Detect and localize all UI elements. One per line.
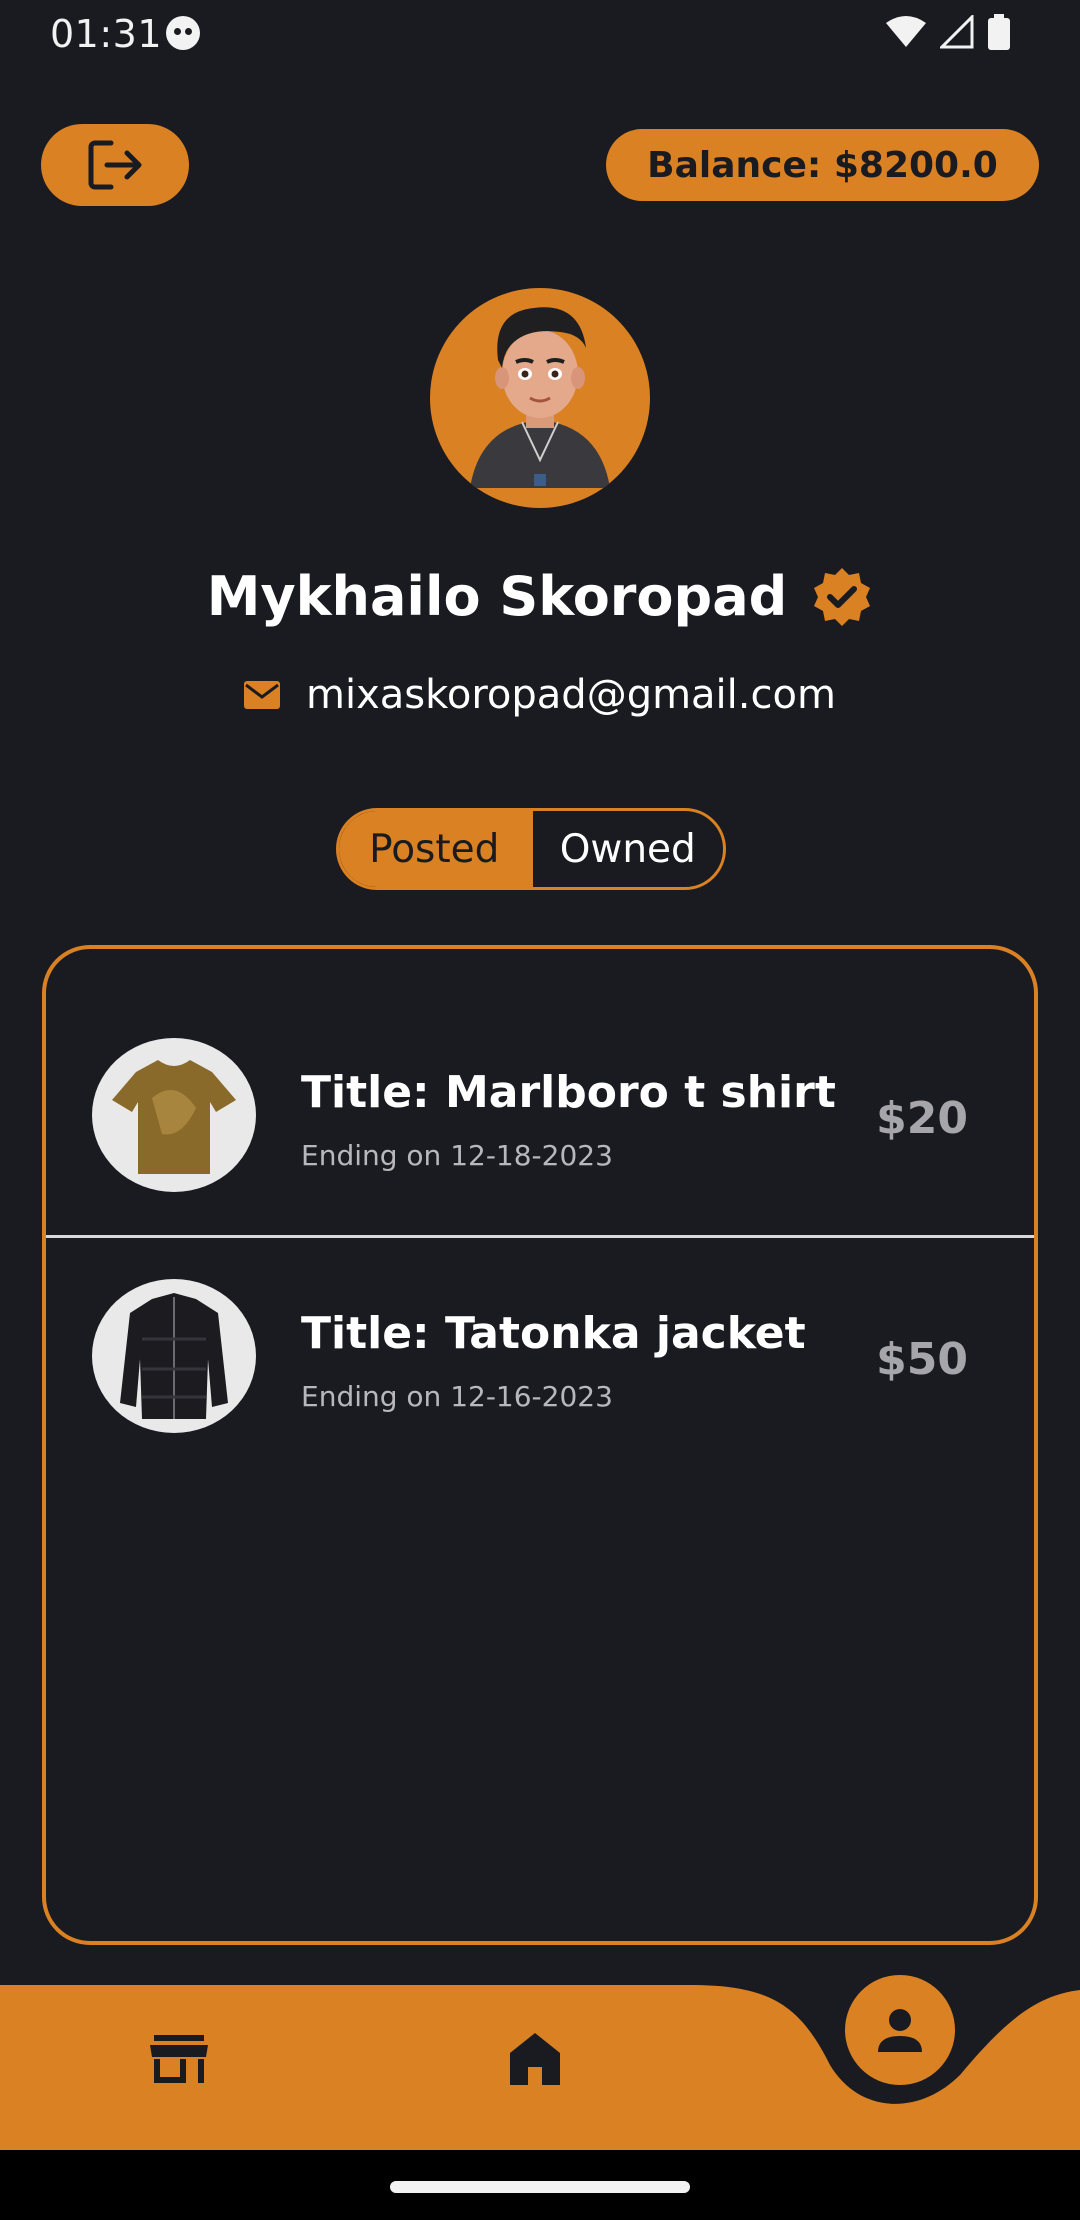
item-price: $20 <box>876 1093 968 1144</box>
nav-store[interactable] <box>150 2035 208 2089</box>
balance-text: Balance: $8200.0 <box>647 144 998 186</box>
list-item[interactable]: Title: Marlboro t shirt Ending on 12-18-… <box>46 949 1034 1192</box>
profile-screen: 01:31 Balance: $8200.0 Mykhailo Skoropad… <box>0 0 1080 2220</box>
nav-home[interactable] <box>510 2033 560 2089</box>
item-thumbnail <box>92 1279 256 1433</box>
wifi-icon <box>886 16 926 47</box>
email-row: mixaskoropad@gmail.com <box>0 672 1080 718</box>
posted-owned-toggle: Posted Owned <box>336 808 726 890</box>
notification-cat-icon <box>166 16 200 50</box>
tab-owned[interactable]: Owned <box>529 811 724 887</box>
item-title: Title: Marlboro t shirt <box>301 1067 836 1118</box>
item-thumbnail <box>92 1038 256 1192</box>
item-ending-date: Ending on 12-18-2023 <box>301 1139 613 1172</box>
nav-profile[interactable] <box>845 1975 955 2085</box>
status-bar: 01:31 <box>0 0 1080 66</box>
logout-icon <box>88 140 142 190</box>
item-ending-date: Ending on 12-16-2023 <box>301 1380 613 1413</box>
logout-button[interactable] <box>41 124 189 206</box>
home-icon <box>510 2033 560 2085</box>
tab-posted[interactable]: Posted <box>339 811 530 887</box>
profile-email: mixaskoropad@gmail.com <box>306 672 836 718</box>
cell-signal-icon <box>940 15 974 49</box>
profile-name: Mykhailo Skoropad <box>206 565 788 628</box>
verified-badge-icon <box>814 567 871 626</box>
status-time: 01:31 <box>50 12 163 56</box>
gesture-handle[interactable] <box>390 2181 690 2193</box>
items-panel: Title: Marlboro t shirt Ending on 12-18-… <box>42 945 1038 1945</box>
profile-name-row: Mykhailo Skoropad <box>0 565 1080 628</box>
status-icons <box>886 14 1010 50</box>
avatar <box>430 288 650 508</box>
avatar-illustration <box>470 307 610 488</box>
item-price: $50 <box>876 1334 968 1385</box>
balance-badge: Balance: $8200.0 <box>606 129 1039 201</box>
person-icon <box>878 2009 922 2052</box>
list-item[interactable]: Title: Tatonka jacket Ending on 12-16-20… <box>46 1190 1034 1433</box>
tshirt-image <box>112 1060 236 1174</box>
jacket-image <box>120 1293 228 1419</box>
store-icon <box>150 2035 208 2083</box>
mail-icon <box>244 681 281 709</box>
item-title: Title: Tatonka jacket <box>301 1308 806 1359</box>
battery-icon <box>988 14 1010 50</box>
bottom-navigation <box>0 1975 1080 2150</box>
